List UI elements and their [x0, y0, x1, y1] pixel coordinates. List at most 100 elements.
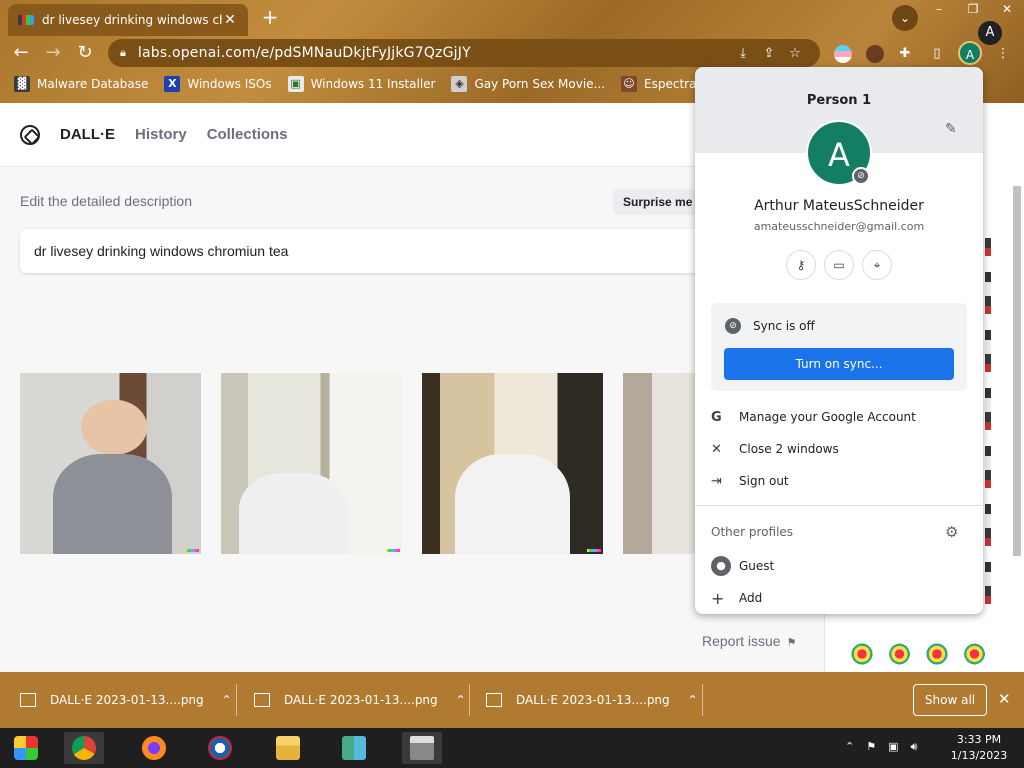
- sync-paused-badge-icon: ⊘: [852, 167, 870, 185]
- description-label: Edit the detailed description: [20, 193, 192, 209]
- close-shelf-icon[interactable]: ✕: [998, 690, 1011, 708]
- turn-on-sync-button[interactable]: Turn on sync...: [724, 348, 954, 380]
- other-profiles-label: Other profiles: [711, 525, 794, 539]
- dalle-favicon-icon: [18, 15, 34, 25]
- add-profile[interactable]: + Add: [711, 585, 967, 611]
- window-controls: – ❐ ✕: [922, 0, 1024, 20]
- profile-button[interactable]: A: [958, 41, 982, 65]
- report-issue-link[interactable]: Report issue ⚑: [702, 633, 796, 649]
- profile-person-title: Person 1: [806, 93, 872, 108]
- taskbar-firefox-icon[interactable]: [134, 732, 174, 764]
- guest-person-icon: ●: [711, 556, 731, 576]
- prompt-input[interactable]: dr livesey drinking windows chromiun tea: [20, 229, 700, 273]
- extensions-puzzle-icon[interactable]: ✚: [894, 43, 916, 65]
- forward-button[interactable]: →: [40, 40, 66, 66]
- clock-date: 1/13/2023: [950, 749, 1008, 762]
- download-filename: DALL·E 2023-01-13....png: [516, 693, 670, 707]
- side-image-row[interactable]: [845, 638, 991, 670]
- sign-out[interactable]: ⇥ Sign out: [711, 468, 967, 494]
- taskbar-network-icon[interactable]: [334, 732, 374, 764]
- tab-search-button[interactable]: ⌄: [892, 5, 918, 31]
- bookmark-label: Gay Porn Sex Movie...: [474, 77, 606, 91]
- bookmark-label: Windows 11 Installer: [310, 77, 436, 91]
- tray-chevron-up-icon[interactable]: ⌃: [845, 740, 854, 754]
- windows-taskbar: ⌃ ⚑ ▣ 🔊︎ 3:33 PM 1/13/2023: [0, 728, 1024, 768]
- add-label: Add: [739, 591, 763, 605]
- close-windows[interactable]: ✕ Close 2 windows: [711, 436, 967, 462]
- download-item[interactable]: DALL·E 2023-01-13....png ⌃: [254, 672, 466, 728]
- manage-google-account[interactable]: G Manage your Google Account: [711, 404, 967, 430]
- payment-card-icon[interactable]: ▭: [824, 250, 854, 280]
- browser-toolbar: ← → ↻ 🔒︎ labs.openai.com/e/pdSMNauDkjtFy…: [0, 36, 1024, 70]
- address-bar[interactable]: 🔒︎ labs.openai.com/e/pdSMNauDkjtFyJjkG7Q…: [108, 39, 820, 67]
- browser-tab[interactable]: dr livesey drinking windows chromiun tea…: [8, 4, 248, 36]
- image-file-icon: [20, 693, 36, 707]
- new-tab-button[interactable]: +: [258, 6, 282, 30]
- taskbar-clock[interactable]: 3:33 PM 1/13/2023: [944, 732, 1014, 764]
- start-button[interactable]: [6, 732, 46, 764]
- openai-logo-icon[interactable]: [20, 124, 40, 145]
- minimize-button[interactable]: –: [922, 0, 956, 20]
- profile-menu: Person 1 ✎ A ⊘ Arthur MateusSchneider am…: [695, 67, 983, 614]
- generated-image-3[interactable]: [422, 373, 603, 554]
- extension-flag-icon[interactable]: [834, 45, 852, 63]
- edit-pencil-icon[interactable]: ✎: [945, 121, 957, 137]
- reload-button[interactable]: ↻: [72, 40, 98, 66]
- share-icon[interactable]: ⇪: [756, 46, 782, 61]
- bookmark-star-icon[interactable]: ☆: [782, 46, 808, 61]
- image-file-icon: [254, 693, 270, 707]
- manage-profiles-gear-icon[interactable]: ⚙: [945, 523, 958, 541]
- generated-image-4[interactable]: [623, 373, 695, 554]
- back-button[interactable]: ←: [8, 40, 34, 66]
- bookmark-label: Malware Database: [37, 77, 149, 91]
- taskbar-app-icon[interactable]: [402, 732, 442, 764]
- sync-off-icon: ⊘: [725, 318, 741, 334]
- tab-strip: dr livesey drinking windows chromiun tea…: [0, 0, 1024, 36]
- download-filename: DALL·E 2023-01-13....png: [50, 693, 204, 707]
- tray-flag-icon[interactable]: ⚑: [866, 740, 876, 754]
- chrome-menu-icon[interactable]: ⋮: [992, 43, 1014, 65]
- download-item[interactable]: DALL·E 2023-01-13....png ⌃: [486, 672, 698, 728]
- nav-collections[interactable]: Collections: [207, 126, 288, 143]
- side-panel-icon[interactable]: ▯: [926, 43, 948, 65]
- tray-volume-icon[interactable]: 🔊︎: [911, 740, 918, 754]
- site-avatar[interactable]: A: [978, 21, 1002, 45]
- generated-image-2[interactable]: [221, 373, 402, 554]
- page-scrollbar[interactable]: [1012, 178, 1022, 668]
- taskbar-explorer-icon[interactable]: [268, 732, 308, 764]
- restore-button[interactable]: ❐: [956, 0, 990, 20]
- divider: [469, 684, 470, 716]
- addresses-pin-icon[interactable]: ⌖: [862, 250, 892, 280]
- chevron-up-icon[interactable]: ⌃: [456, 693, 466, 707]
- generated-image-1[interactable]: [20, 373, 201, 554]
- window-close-button[interactable]: ✕: [990, 0, 1024, 20]
- bookmark-item[interactable]: X Windows ISOs: [164, 76, 272, 92]
- profile-shortcuts: ⚷ ▭ ⌖: [786, 250, 892, 280]
- close-icon: ✕: [711, 441, 722, 457]
- system-tray: ⌃ ⚑ ▣ 🔊︎: [845, 740, 917, 754]
- taskbar-chrome-icon[interactable]: [64, 732, 104, 764]
- sign-out-icon: ⇥: [711, 473, 722, 489]
- extension-avatar-icon[interactable]: [866, 45, 884, 63]
- show-all-button[interactable]: Show all: [913, 684, 987, 716]
- download-item[interactable]: DALL·E 2023-01-13....png ⌃: [20, 672, 232, 728]
- lock-icon[interactable]: 🔒︎: [120, 46, 126, 60]
- tray-network-icon[interactable]: ▣: [888, 740, 898, 754]
- divider: [236, 684, 237, 716]
- chevron-up-icon[interactable]: ⌃: [222, 693, 232, 707]
- taskbar-obama-icon[interactable]: [200, 732, 240, 764]
- history-thumbnails[interactable]: [985, 238, 991, 618]
- bookmark-item[interactable]: ◈ Gay Porn Sex Movie...: [451, 76, 605, 92]
- nav-history[interactable]: History: [135, 126, 187, 143]
- bookmark-item[interactable]: ▓ Malware Database: [14, 76, 148, 92]
- guest-profile[interactable]: ● Guest: [711, 553, 967, 579]
- surprise-me-button[interactable]: Surprise me: [613, 189, 703, 215]
- brand-link[interactable]: DALL·E: [60, 126, 115, 143]
- row-label: Close 2 windows: [739, 442, 839, 456]
- tab-close-icon[interactable]: ✕: [222, 12, 238, 28]
- install-app-icon[interactable]: ⤓: [730, 46, 756, 61]
- passwords-key-icon[interactable]: ⚷: [786, 250, 816, 280]
- chevron-up-icon[interactable]: ⌃: [688, 693, 698, 707]
- clock-time: 3:33 PM: [956, 733, 1002, 746]
- bookmark-item[interactable]: ▣ Windows 11 Installer: [287, 76, 436, 92]
